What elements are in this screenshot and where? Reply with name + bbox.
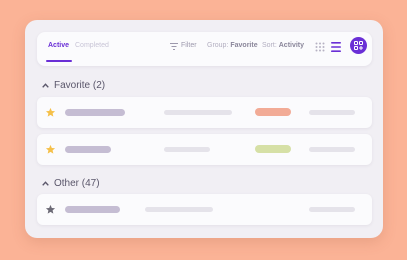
star-icon[interactable] bbox=[45, 204, 56, 215]
active-tab-indicator bbox=[46, 60, 72, 62]
chevron-up-icon bbox=[42, 83, 49, 88]
item-detail-placeholder bbox=[164, 147, 210, 152]
add-button[interactable] bbox=[350, 37, 367, 54]
list-item[interactable] bbox=[37, 97, 372, 128]
section-header-favorite[interactable]: Favorite (2) bbox=[42, 80, 105, 91]
group-value: Favorite bbox=[230, 42, 258, 49]
status-badge bbox=[255, 108, 291, 116]
section-header-other[interactable]: Other (47) bbox=[42, 178, 100, 189]
item-title-placeholder bbox=[65, 109, 125, 116]
background-frame: Active Completed Filter Group: Favorite … bbox=[0, 0, 407, 260]
status-badge bbox=[255, 145, 291, 153]
group-selector[interactable]: Group: Favorite bbox=[207, 41, 258, 51]
star-icon[interactable] bbox=[45, 107, 56, 118]
item-detail-placeholder bbox=[164, 110, 232, 115]
tab-completed[interactable]: Completed bbox=[75, 41, 109, 51]
group-prefix: Group: bbox=[207, 42, 229, 49]
add-icon bbox=[354, 41, 363, 50]
grid-view-icon[interactable] bbox=[315, 42, 325, 52]
filter-label: Filter bbox=[181, 42, 197, 49]
filter-icon bbox=[170, 42, 178, 50]
list-item[interactable] bbox=[37, 194, 372, 225]
item-title-placeholder bbox=[65, 206, 120, 213]
app-window: Active Completed Filter Group: Favorite … bbox=[25, 20, 383, 238]
item-meta-placeholder bbox=[309, 147, 355, 152]
sort-selector[interactable]: Sort: Activity bbox=[262, 41, 304, 51]
sort-value: Activity bbox=[278, 42, 305, 49]
tab-active[interactable]: Active bbox=[48, 41, 69, 51]
section-title: Favorite (2) bbox=[54, 80, 106, 91]
item-title-placeholder bbox=[65, 146, 111, 153]
item-detail-placeholder bbox=[145, 207, 213, 212]
section-title: Other (47) bbox=[54, 178, 100, 189]
list-item[interactable] bbox=[37, 134, 372, 165]
list-view-icon[interactable] bbox=[331, 41, 341, 53]
filter-button[interactable]: Filter bbox=[170, 41, 197, 51]
item-meta-placeholder bbox=[309, 110, 355, 115]
item-meta-placeholder bbox=[309, 207, 355, 212]
toolbar: Active Completed Filter Group: Favorite … bbox=[37, 32, 372, 66]
sort-prefix: Sort: bbox=[262, 42, 277, 49]
chevron-up-icon bbox=[42, 181, 49, 186]
star-icon[interactable] bbox=[45, 144, 56, 155]
